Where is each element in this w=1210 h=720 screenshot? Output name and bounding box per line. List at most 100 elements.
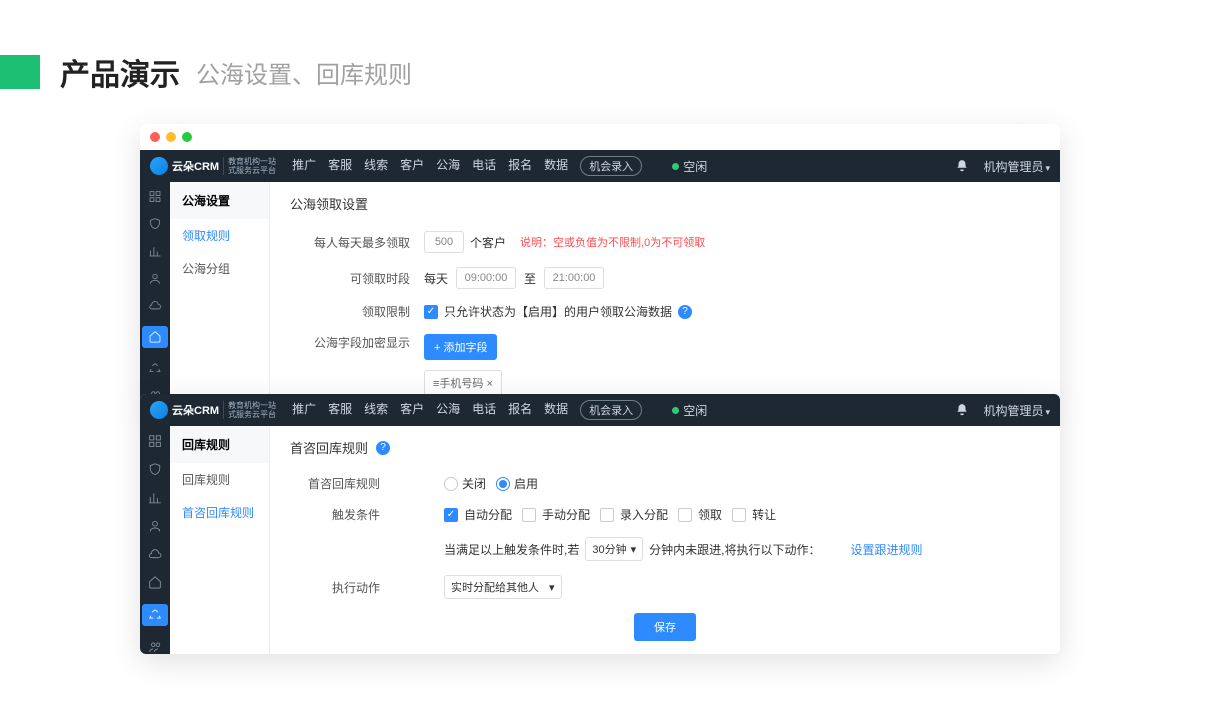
cb-auto[interactable]: ✓: [444, 508, 458, 522]
nav-item[interactable]: 客户: [400, 156, 424, 176]
content-area: 首咨回库规则 ? 首咨回库规则 关闭 启用 触发条件 ✓自动分配 手动分配 录入…: [270, 426, 1060, 654]
user-menu[interactable]: 机构管理员▾: [983, 402, 1050, 419]
side-item-return[interactable]: 回库规则: [170, 463, 269, 496]
top-nav: 推广 客服 线索 客户 公海 电话 报名 数据 机会录入: [292, 156, 642, 176]
label-max-claim: 每人每天最多领取: [290, 234, 410, 251]
time-to-input[interactable]: [544, 267, 604, 289]
bell-icon[interactable]: [955, 159, 969, 173]
chevron-down-icon: ▾: [1045, 407, 1050, 417]
user-label: 机构管理员: [983, 404, 1043, 418]
nav-item[interactable]: 客服: [328, 156, 352, 176]
label-encrypt: 公海字段加密显示: [290, 334, 410, 351]
user-menu[interactable]: 机构管理员▾: [983, 158, 1050, 175]
checkbox-enabled-only[interactable]: ✓: [424, 305, 438, 319]
content-area: 公海领取设置 每人每天最多领取 个客户 说明：空或负值为不限制,0为不可领取 可…: [270, 182, 1060, 402]
side-title: 公海设置: [170, 182, 269, 219]
zoom-dot[interactable]: [182, 132, 192, 142]
side-item-first-return[interactable]: 首咨回库规则: [170, 496, 269, 529]
cb-label: 自动分配: [464, 506, 512, 523]
help-icon[interactable]: ?: [376, 441, 390, 455]
recycle-icon[interactable]: [142, 604, 168, 626]
add-field-button[interactable]: + 添加字段: [424, 334, 497, 360]
nav-item[interactable]: 客户: [400, 400, 424, 420]
cb-label: 领取: [698, 506, 722, 523]
recycle-icon[interactable]: [147, 362, 163, 375]
status-indicator[interactable]: 空闲: [672, 402, 707, 419]
nav-item[interactable]: 报名: [508, 400, 532, 420]
note-text: 说明：空或负值为不限制,0为不可领取: [520, 234, 705, 250]
minimize-dot[interactable]: [166, 132, 176, 142]
label-trigger: 触发条件: [290, 506, 380, 523]
nav-item[interactable]: 电话: [472, 156, 496, 176]
grid-icon[interactable]: [147, 434, 163, 448]
cond-post: 分钟内未跟进,将执行以下动作：: [649, 541, 820, 558]
cloud-icon[interactable]: [147, 299, 163, 312]
nav-item[interactable]: 数据: [544, 400, 568, 420]
chevron-down-icon: ▾: [549, 581, 555, 594]
side-title: 回库规则: [170, 426, 269, 463]
close-dot[interactable]: [150, 132, 160, 142]
status-indicator[interactable]: 空闲: [672, 158, 707, 175]
save-button[interactable]: 保存: [634, 613, 696, 641]
chart-icon[interactable]: [147, 491, 163, 505]
nav-item[interactable]: 数据: [544, 156, 568, 176]
status-label: 空闲: [683, 158, 707, 175]
nav-item[interactable]: 公海: [436, 400, 460, 420]
help-icon[interactable]: ?: [678, 305, 692, 319]
field-tag-phone[interactable]: ≡手机号码 ×: [424, 370, 502, 396]
radio-off[interactable]: [444, 477, 458, 491]
bell-icon[interactable]: [955, 403, 969, 417]
select-minutes[interactable]: 30分钟▾: [585, 537, 643, 561]
radio-on[interactable]: [496, 477, 510, 491]
shield-icon[interactable]: [147, 217, 163, 230]
to-label: 至: [524, 270, 536, 287]
user-icon[interactable]: [147, 272, 163, 285]
limit-text: 只允许状态为【启用】的用户领取公海数据: [444, 303, 672, 320]
nav-item[interactable]: 推广: [292, 400, 316, 420]
brand-logo[interactable]: 云朵CRM 教育机构一站 式服务云平台: [150, 157, 276, 175]
side-item-groups[interactable]: 公海分组: [170, 252, 269, 285]
nav-item[interactable]: 线索: [364, 400, 388, 420]
shield-icon[interactable]: [147, 462, 163, 476]
brand-name: 云朵CRM: [172, 402, 219, 418]
grid-icon[interactable]: [147, 190, 163, 203]
nav-item[interactable]: 线索: [364, 156, 388, 176]
prefix-daily: 每天: [424, 270, 448, 287]
users-icon[interactable]: [147, 640, 163, 654]
label-time-range: 可领取时段: [290, 270, 410, 287]
cloud-icon: [150, 157, 168, 175]
status-dot-icon: [672, 163, 679, 170]
side-item-claim-rules[interactable]: 领取规则: [170, 219, 269, 252]
nav-item[interactable]: 公海: [436, 156, 460, 176]
cb-transfer[interactable]: [732, 508, 746, 522]
cb-label: 手动分配: [542, 506, 590, 523]
window-return-rules: 云朵CRM 教育机构一站 式服务云平台 推广 客服 线索 客户 公海 电话 报名…: [140, 394, 1060, 654]
max-claim-input[interactable]: [424, 231, 464, 253]
home-icon[interactable]: [142, 326, 168, 347]
label-claim-limit: 领取限制: [290, 303, 410, 320]
select-action[interactable]: 实时分配给其他人▾: [444, 575, 562, 599]
time-from-input[interactable]: [456, 267, 516, 289]
section-title: 公海领取设置: [290, 194, 1040, 213]
cb-claim[interactable]: [678, 508, 692, 522]
cond-pre: 当满足以上触发条件时,若: [444, 541, 579, 558]
link-followup-rules[interactable]: 设置跟进规则: [850, 541, 922, 558]
nav-item[interactable]: 电话: [472, 400, 496, 420]
section-title: 首咨回库规则 ?: [290, 438, 1040, 457]
nav-item[interactable]: 推广: [292, 156, 316, 176]
slide-subtitle: 公海设置、回库规则: [196, 55, 412, 90]
chevron-down-icon: ▾: [631, 543, 637, 556]
slide-header: 产品演示 公海设置、回库规则: [0, 0, 1210, 124]
opportunity-entry-button[interactable]: 机会录入: [580, 156, 642, 176]
cb-manual[interactable]: [522, 508, 536, 522]
brand-logo[interactable]: 云朵CRM 教育机构一站 式服务云平台: [150, 401, 276, 419]
home-icon[interactable]: [147, 575, 163, 589]
vertical-iconbar: [140, 426, 170, 654]
cb-entry[interactable]: [600, 508, 614, 522]
chart-icon[interactable]: [147, 245, 163, 258]
opportunity-entry-button[interactable]: 机会录入: [580, 400, 642, 420]
nav-item[interactable]: 报名: [508, 156, 532, 176]
cloud-icon[interactable]: [147, 547, 163, 561]
user-icon[interactable]: [147, 519, 163, 533]
nav-item[interactable]: 客服: [328, 400, 352, 420]
